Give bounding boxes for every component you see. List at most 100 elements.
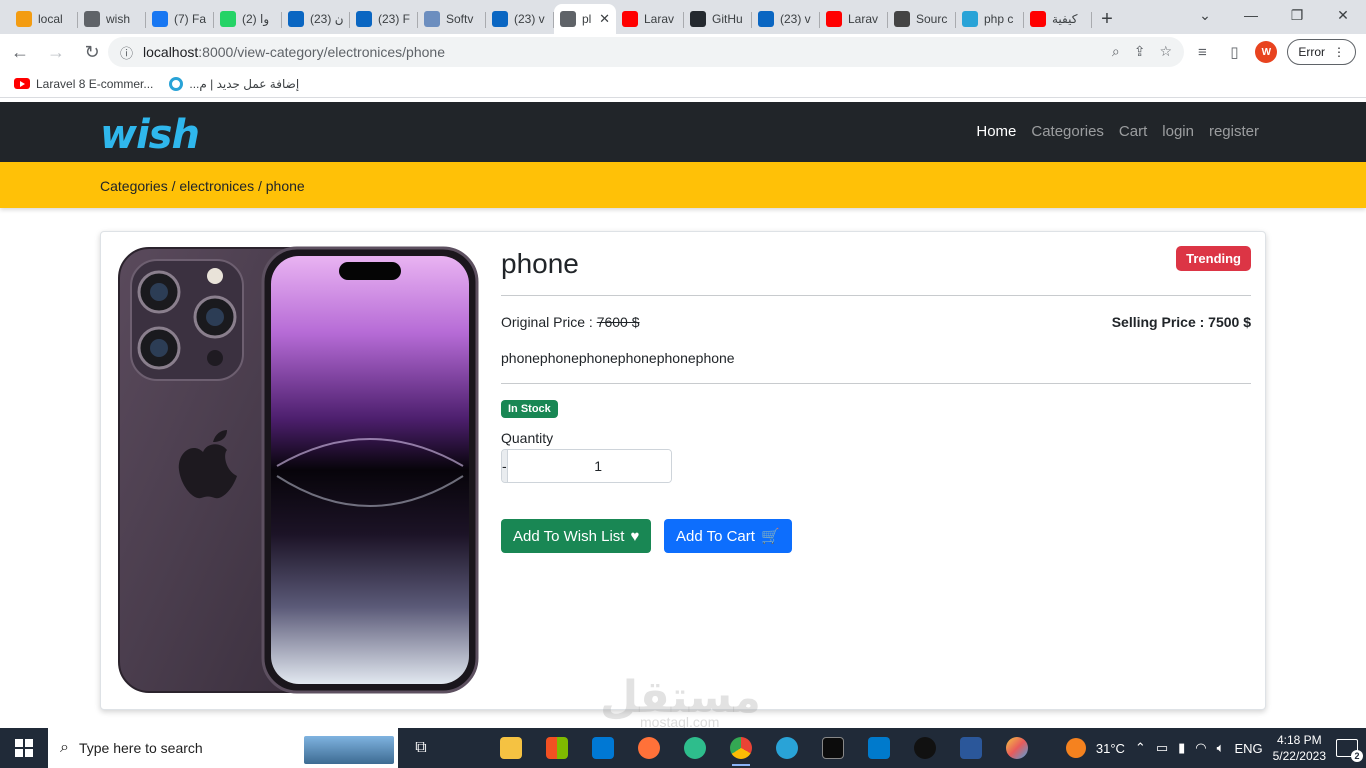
start-button[interactable] (0, 728, 48, 768)
meet-icon[interactable]: ▭ (1156, 740, 1168, 756)
task-view-icon[interactable]: ⧉ (398, 728, 444, 768)
tiktok-icon[interactable] (902, 728, 948, 768)
back-button[interactable]: ← (4, 36, 36, 68)
add-to-cart-button[interactable]: Add To Cart 🛒 (664, 519, 792, 553)
side-panel-icon[interactable]: ▯ (1223, 43, 1245, 61)
notification-count: 2 (1351, 750, 1363, 762)
share-icon[interactable]: ⇪ (1134, 43, 1146, 60)
language-indicator[interactable]: ENG (1234, 741, 1262, 756)
software-icon (424, 11, 440, 27)
bookmarks-bar: Laravel 8 E-commer... إضافة عمل جديد | م… (0, 70, 1366, 98)
clock[interactable]: 4:18 PM 5/22/2023 (1273, 732, 1326, 764)
add-to-wishlist-button[interactable]: Add To Wish List ♥ (501, 519, 652, 553)
weather-icon[interactable] (1065, 738, 1086, 758)
product-description: phonephonephonephonephonephone (501, 350, 735, 366)
minimize-button[interactable]: — (1228, 0, 1274, 30)
terminal-icon[interactable] (810, 728, 856, 768)
bookmark-item[interactable]: Laravel 8 E-commer... (14, 77, 153, 91)
app-icon[interactable] (764, 728, 810, 768)
nav-link-home[interactable]: Home (976, 123, 1016, 140)
weather-temp[interactable]: 31°C (1096, 741, 1125, 756)
url-host: localhost (143, 44, 199, 60)
tray-chevron-icon[interactable]: ⌃ (1135, 740, 1146, 756)
trending-badge: Trending (1176, 246, 1251, 271)
site-info-icon[interactable]: ⓘ (120, 43, 133, 62)
browser-tab[interactable]: wish (78, 4, 146, 34)
close-tab-icon[interactable]: ✕ (599, 11, 610, 27)
breadcrumb[interactable]: Categories / electronices / phone (100, 178, 305, 194)
browser-tab[interactable]: Larav (820, 4, 888, 34)
browser-tab[interactable]: (7) Fa (146, 4, 214, 34)
battery-icon[interactable]: ▮ (1178, 740, 1185, 756)
chrome-icon[interactable] (718, 728, 764, 768)
browser-tab-label: كيفية (1052, 12, 1078, 26)
browser-tab[interactable]: كيفية (1024, 4, 1092, 34)
quantity-stepper: - + (501, 449, 672, 483)
browser-tab[interactable]: (23) v (486, 4, 554, 34)
browser-tab[interactable]: Softv (418, 4, 486, 34)
nav-link-login[interactable]: login (1162, 123, 1194, 140)
url-input[interactable]: ⓘ localhost:8000/view-category/electroni… (108, 37, 1184, 67)
browser-tab[interactable]: php c (956, 4, 1024, 34)
browser-tab-label: (23) v (514, 12, 545, 26)
product-title: phone (501, 248, 579, 279)
browser-tab-label: (23) F (378, 12, 411, 26)
github-icon (690, 11, 706, 27)
breadcrumb-bar: Categories / electronices / phone (0, 162, 1366, 208)
notification-icon[interactable]: 2 (1336, 739, 1363, 762)
browser-tab[interactable]: pl ✕ (554, 4, 616, 34)
browser-tab-label: local (38, 12, 63, 26)
browser-tab-label: GitHu (712, 12, 743, 26)
linkedin-icon (758, 11, 774, 27)
wifi-icon[interactable]: ◠ (1195, 740, 1206, 756)
browser-tab[interactable]: Sourc (888, 4, 956, 34)
restore-button[interactable]: ❐ (1274, 0, 1320, 30)
browser-tab[interactable]: (2) وا (214, 4, 282, 34)
browser-tab[interactable]: GitHu (684, 4, 752, 34)
taskbar-search[interactable]: ⌕ Type here to search (48, 728, 398, 768)
forward-button[interactable]: → (40, 36, 72, 68)
browser-tab-label: (2) وا (242, 12, 270, 26)
nav-link-cart[interactable]: Cart (1119, 123, 1147, 140)
word-icon[interactable] (948, 728, 994, 768)
youtube-icon (14, 78, 30, 89)
site-navbar: wish Home Categories Cart login register (0, 102, 1366, 162)
browser-tab[interactable]: (23) ن (282, 4, 350, 34)
microsoft-store-icon[interactable] (534, 728, 580, 768)
nav-link-categories[interactable]: Categories (1031, 123, 1104, 140)
edge-icon[interactable] (672, 728, 718, 768)
heart-icon: ♥ (630, 527, 640, 545)
vscode-icon[interactable] (856, 728, 902, 768)
brand-logo[interactable]: wish (100, 112, 200, 158)
whatsapp-icon (220, 11, 236, 27)
pma-icon (16, 11, 32, 27)
wishlist-button-label: Add To Wish List (513, 527, 625, 545)
reload-button[interactable]: ↻ (76, 36, 108, 68)
quantity-input[interactable] (506, 450, 671, 482)
error-button[interactable]: Error ⋮ (1287, 39, 1356, 65)
paint-icon[interactable] (994, 728, 1040, 768)
original-price: Original Price : 7600 $ (501, 314, 640, 330)
file-explorer-icon[interactable] (488, 728, 534, 768)
browser-tab[interactable]: Larav (616, 4, 684, 34)
avatar[interactable]: W (1255, 41, 1278, 63)
globe-icon (560, 11, 576, 27)
firefox-icon[interactable] (626, 728, 672, 768)
new-tab-button[interactable]: + (1092, 4, 1122, 34)
zoom-icon[interactable]: ⌕ (1112, 43, 1120, 60)
browser-tab-label: (23) v (780, 12, 811, 26)
media-queue-icon[interactable]: ≡ (1191, 44, 1213, 61)
chevron-down-icon[interactable]: ⌄ (1182, 0, 1228, 30)
bookmark-star-icon[interactable]: ☆ (1159, 43, 1172, 60)
facebook-icon (152, 11, 168, 27)
browser-tab-label: php c (984, 12, 1014, 26)
mail-icon[interactable] (580, 728, 626, 768)
volume-icon[interactable]: 🔈︎ (1217, 740, 1225, 756)
browser-tab[interactable]: local (10, 4, 78, 34)
browser-tab[interactable]: (23) F (350, 4, 418, 34)
browser-tab[interactable]: (23) v (752, 4, 820, 34)
bookmark-item[interactable]: إضافة عمل جديد | م... (169, 76, 299, 91)
divider (501, 383, 1251, 384)
close-window-button[interactable]: ✕ (1320, 0, 1366, 30)
nav-link-register[interactable]: register (1209, 123, 1259, 140)
